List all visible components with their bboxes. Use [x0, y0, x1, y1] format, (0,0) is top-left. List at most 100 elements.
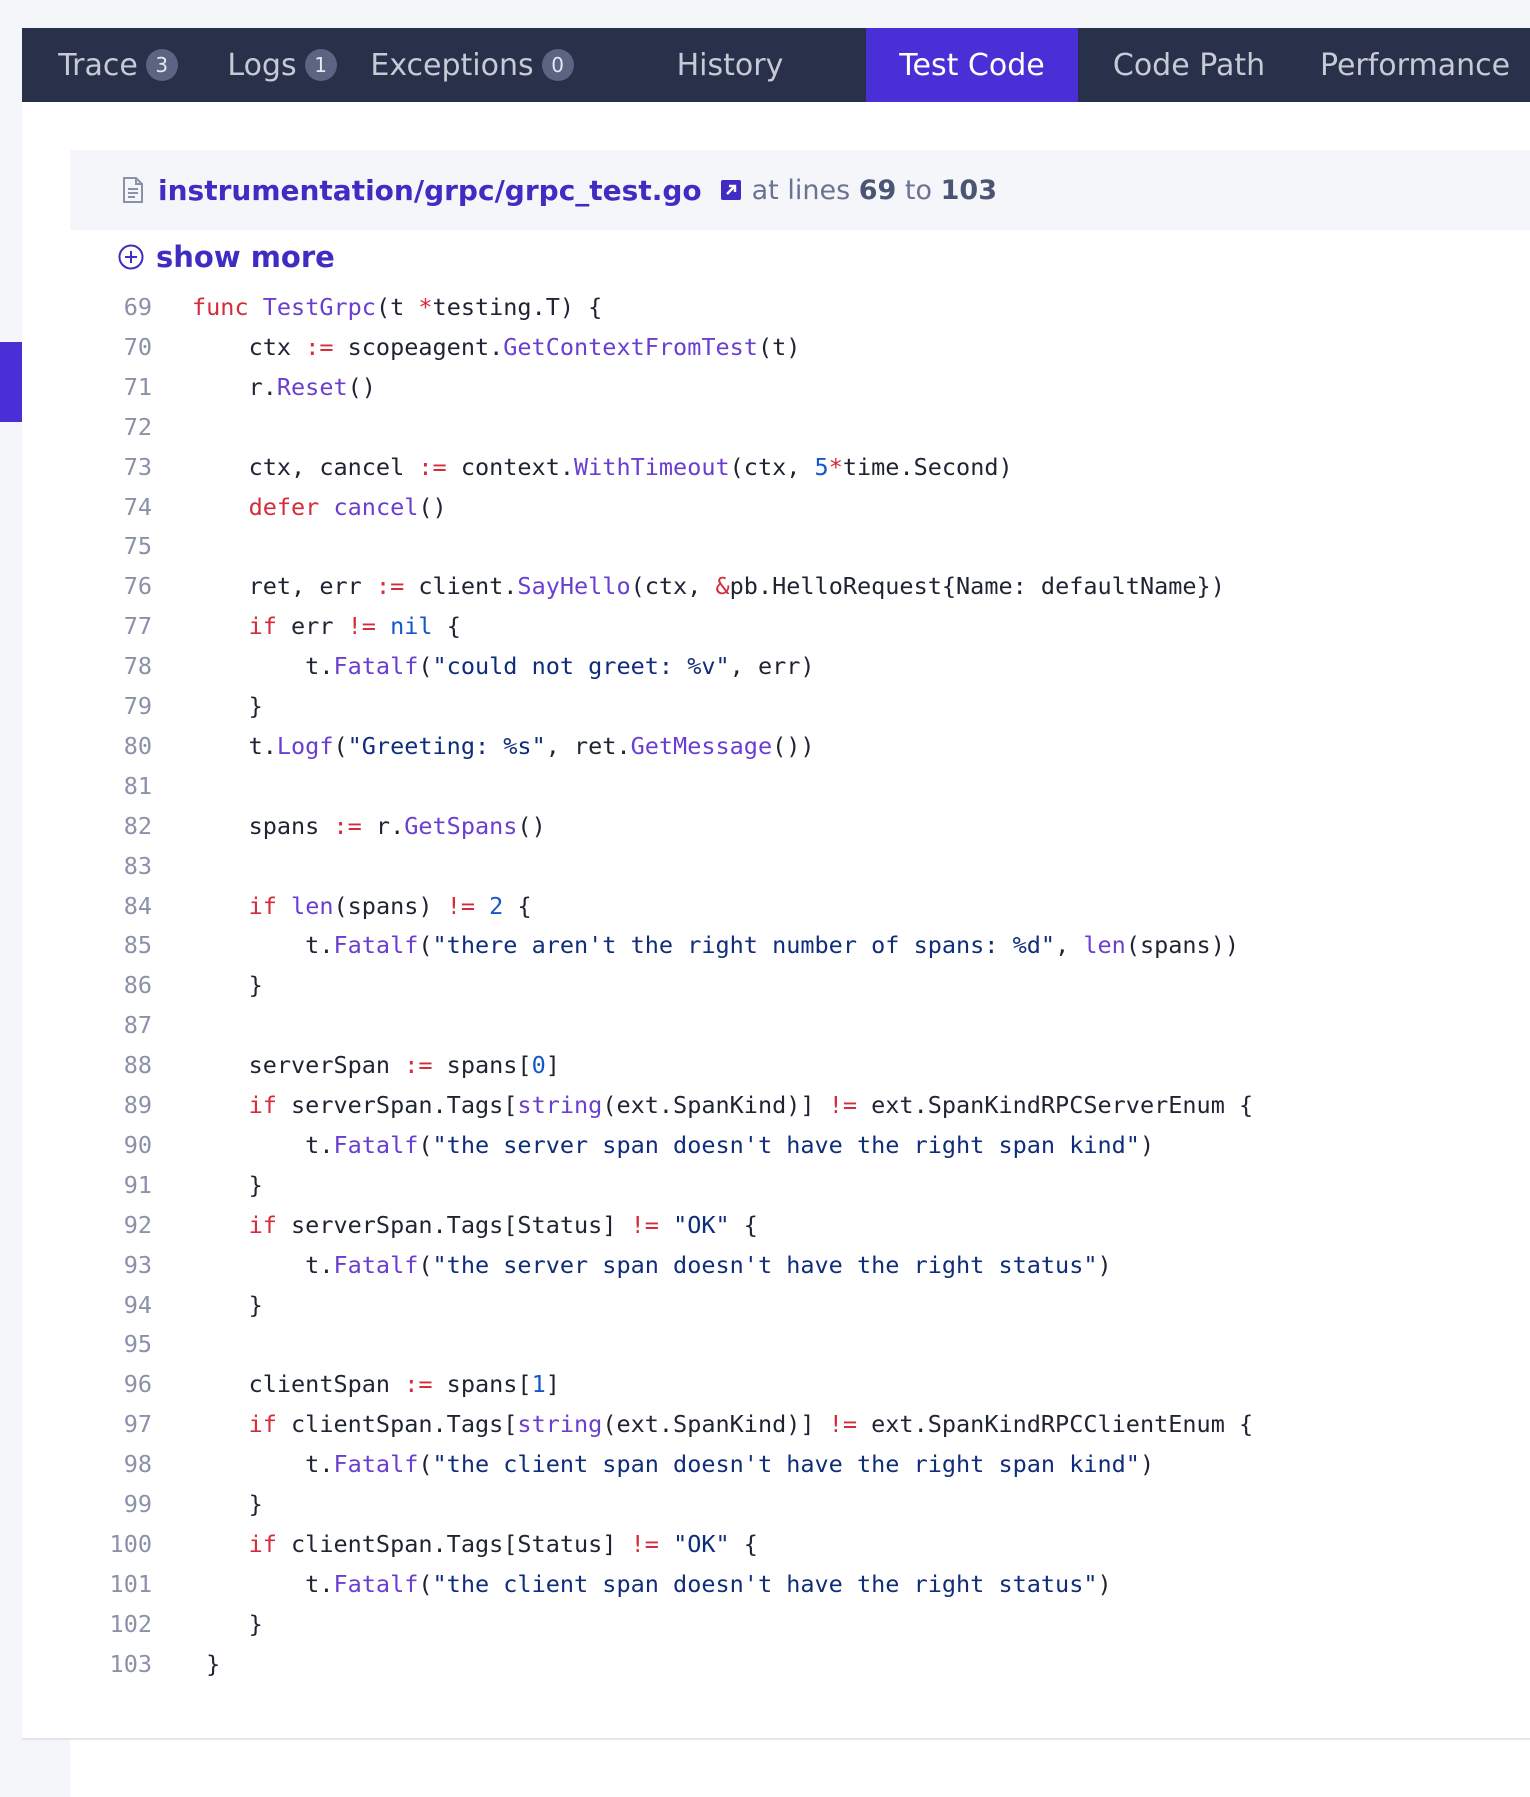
code-token: ] — [545, 1370, 560, 1399]
tab-code-path[interactable]: Code Path — [1078, 28, 1300, 102]
code-token: ( — [418, 1250, 433, 1279]
code-token: SayHello — [517, 572, 631, 601]
test-code-panel: instrumentation/grpc/grpc_test.go at lin… — [22, 102, 1530, 1797]
code-token: time.Second) — [842, 452, 1013, 481]
tab-test-code[interactable]: Test Code — [866, 28, 1078, 102]
line-range-to: to — [904, 174, 933, 206]
code-line: 103 } — [70, 1644, 1530, 1684]
code-token: ] — [545, 1051, 560, 1080]
code-token: if — [248, 1410, 277, 1439]
code-token: := — [333, 811, 362, 840]
code-line: 95 — [70, 1324, 1530, 1364]
code-token: clientSpan.Tags[Status] — [276, 1529, 631, 1558]
code-token: GetContextFromTest — [503, 332, 758, 361]
code-token: "OK" — [673, 1529, 730, 1558]
code-text: serverSpan := spans[0] — [192, 1045, 560, 1085]
tab-history[interactable]: History — [594, 28, 866, 102]
code-token: string — [517, 1091, 603, 1119]
code-line: 83 — [70, 846, 1530, 886]
code-line: 89 if serverSpan.Tags[string(ext.SpanKin… — [70, 1085, 1530, 1125]
code-token: * — [418, 293, 433, 321]
line-number: 70 — [123, 332, 152, 361]
line-range-prefix: at lines — [751, 174, 851, 206]
code-token: GetSpans — [404, 811, 518, 840]
code-token: () — [517, 811, 546, 840]
code-token: serverSpan.Tags[Status] — [276, 1210, 631, 1239]
code-line: 93 t.Fatalf("the server span doesn't hav… — [70, 1245, 1530, 1285]
code-line: 73 ctx, cancel := context.WithTimeout(ct… — [70, 447, 1530, 487]
code-token: := — [404, 1370, 433, 1399]
line-number: 96 — [123, 1370, 152, 1399]
code-token: != — [828, 1410, 857, 1439]
external-link-icon[interactable] — [720, 179, 742, 201]
code-token: & — [715, 572, 730, 601]
line-number: 81 — [123, 771, 152, 800]
code-token: Fatalf — [333, 1250, 419, 1279]
code-token: GetMessage — [630, 731, 773, 760]
code-token: ctx — [192, 332, 306, 361]
code-text: ctx := scopeagent.GetContextFromTest(t) — [192, 327, 801, 367]
code-token: if — [248, 1091, 277, 1119]
tab-performance[interactable]: Performance — [1300, 28, 1530, 102]
code-line: 96 clientSpan := spans[1] — [70, 1364, 1530, 1404]
line-number: 78 — [123, 652, 152, 681]
line-number: 92 — [123, 1210, 152, 1239]
show-more-button[interactable]: show more — [118, 240, 335, 274]
code-line: 97 if clientSpan.Tags[string(ext.SpanKin… — [70, 1404, 1530, 1444]
code-token: } — [192, 1170, 263, 1199]
code-token: Fatalf — [333, 652, 419, 681]
plus-circle-icon — [118, 244, 144, 270]
code-token: "could not greet: %v" — [432, 652, 730, 681]
code-token: clientSpan — [192, 1370, 405, 1399]
code-token: if — [248, 1529, 277, 1558]
line-number: 69 — [123, 293, 152, 321]
code-token: 5 — [814, 452, 829, 481]
code-token: (ctx, — [729, 452, 815, 481]
line-number: 76 — [123, 572, 152, 601]
code-text: if clientSpan.Tags[string(ext.SpanKind)]… — [192, 1404, 1254, 1444]
code-line: 70 ctx := scopeagent.GetContextFromTest(… — [70, 327, 1530, 367]
code-line: 79 } — [70, 686, 1530, 726]
code-text: if len(spans) != 2 { — [192, 886, 532, 926]
tab-trace[interactable]: Trace 3 — [22, 28, 214, 102]
code-line: 72 — [70, 407, 1530, 447]
code-token: defer — [248, 492, 320, 521]
line-number: 83 — [123, 851, 152, 880]
code-token: ) — [1097, 1250, 1112, 1279]
code-token: (ext.SpanKind)] — [602, 1091, 829, 1119]
code-line: 88 serverSpan := spans[0] — [70, 1045, 1530, 1085]
code-token: t. — [192, 1569, 334, 1598]
line-number: 77 — [123, 612, 152, 641]
code-text: t.Fatalf("the client span doesn't have t… — [192, 1444, 1154, 1484]
code-line: 75 — [70, 526, 1530, 566]
code-token: (t — [375, 293, 419, 321]
code-text: t.Fatalf("could not greet: %v", err) — [192, 646, 814, 686]
code-line: 80 t.Logf("Greeting: %s", ret.GetMessage… — [70, 726, 1530, 766]
code-viewer: 69 func TestGrpc(t *testing.T) {70 ctx :=… — [70, 287, 1530, 1797]
tab-logs[interactable]: Logs 1 — [214, 28, 350, 102]
code-token: t. — [192, 931, 334, 960]
code-line: 81 — [70, 766, 1530, 806]
count-badge: 1 — [304, 49, 337, 81]
code-token: Fatalf — [333, 931, 419, 960]
code-token: 0 — [531, 1051, 546, 1080]
tab-bar: Trace 3 Logs 1 Exceptions 0 History Test… — [22, 28, 1530, 102]
code-token: (spans)) — [1125, 931, 1239, 960]
tab-exceptions[interactable]: Exceptions 0 — [350, 28, 594, 102]
code-token: ext.SpanKindRPCServerEnum { — [856, 1091, 1254, 1119]
code-line: 85 t.Fatalf("there aren't the right numb… — [70, 925, 1530, 965]
code-token: } — [192, 1290, 263, 1319]
code-token: if — [248, 612, 277, 641]
code-token: nil — [390, 612, 433, 641]
file-path-link[interactable]: instrumentation/grpc/grpc_test.go — [158, 174, 702, 207]
code-token: 2 — [489, 891, 504, 920]
code-token: func — [192, 293, 249, 321]
code-token: "the server span doesn't have the right … — [432, 1130, 1140, 1159]
code-line: 87 — [70, 1005, 1530, 1045]
code-token: } — [192, 1609, 263, 1638]
